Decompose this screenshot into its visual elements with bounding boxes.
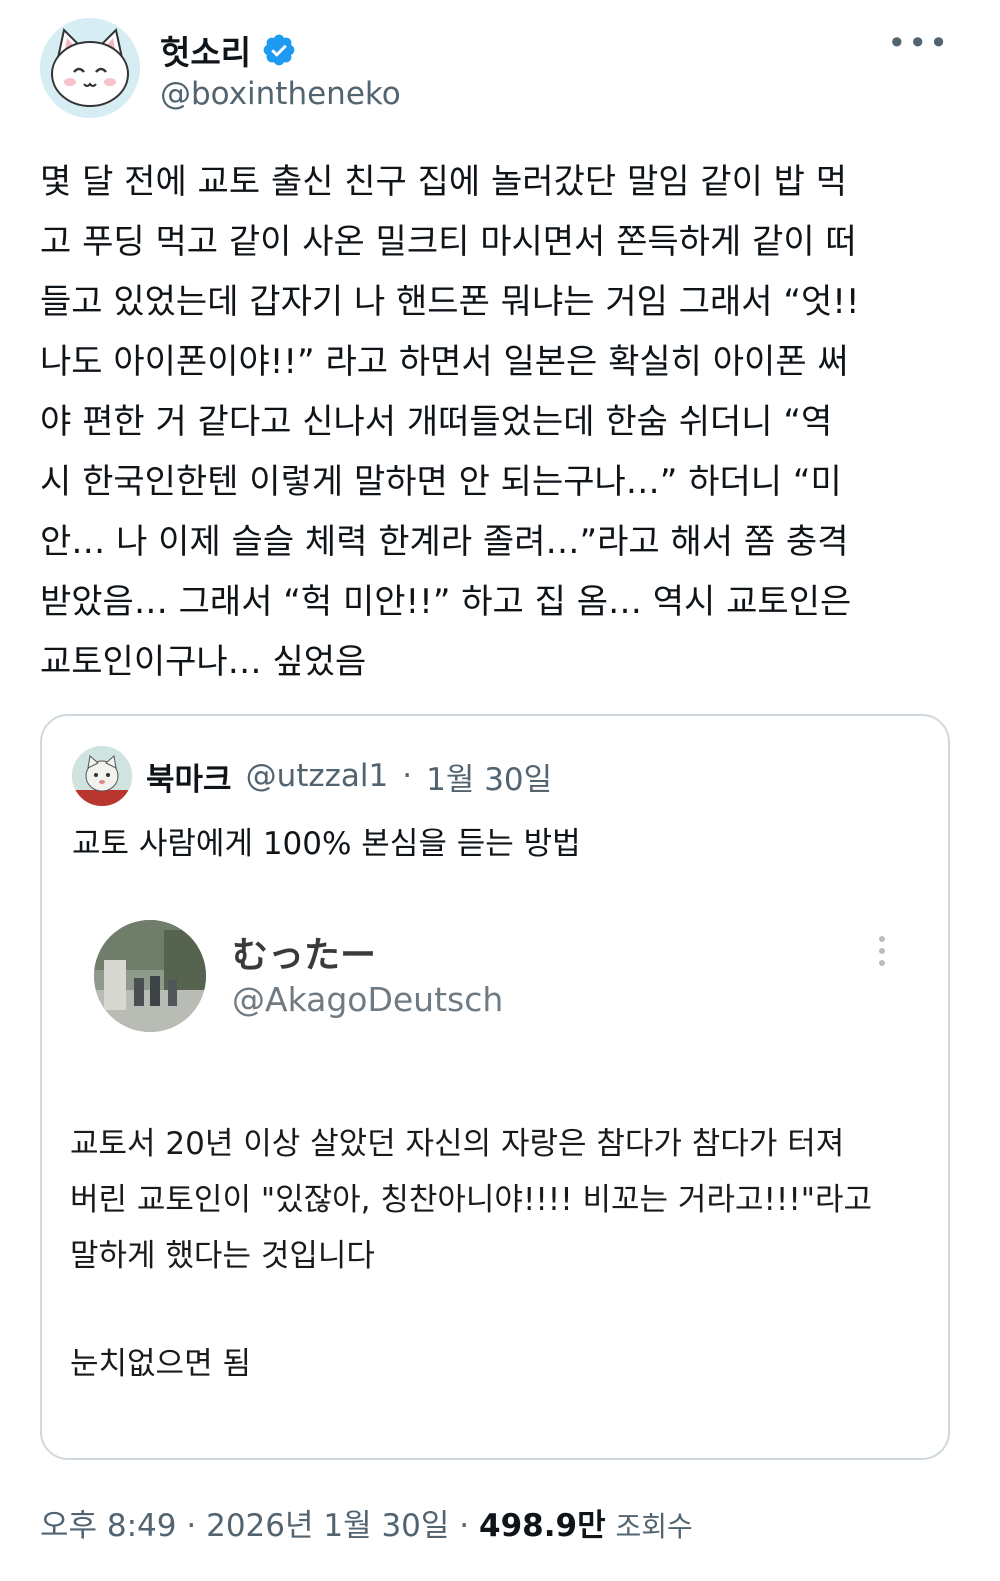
post-time[interactable]: 오후 8:49 [40,1508,177,1544]
tweet-text-line: 야 편한 거 같다고 신나서 개떠들었는데 한숨 쉬더니 “역 [40,402,833,442]
tweet-text-line: 시 한국인한텐 이렇게 말하면 안 되는구나…” 하더니 “미 [40,462,842,502]
author-display-name[interactable]: 헛소리 [160,26,251,74]
view-count-label: 조회수 [615,1510,693,1543]
embedded-last-line: 눈치없으면 됨 [70,1346,251,1382]
embedded-body-line: 버린 교토인이 "있잖아, 칭찬아니야!!!! 비꼬는 거라고!!!"라고 [70,1182,873,1218]
white-cat-avatar-icon[interactable] [40,18,140,118]
tweet-text-line: 안… 나 이제 슬슬 체력 한계라 졸려…”라고 해서 쫌 충격 [40,522,849,562]
embedded-body-line: 말하게 했다는 것입니다 [70,1238,375,1274]
verified-badge-icon [263,34,295,66]
view-count[interactable]: 498.9만 [479,1508,606,1544]
post-date[interactable]: 2026년 1월 30일 [206,1508,449,1544]
embedded-body: 교토서 20년 이상 살았던 자신의 자랑은 참다가 참다가 터져 버린 교토인… [70,1116,930,1284]
more-options-icon[interactable]: ••• [887,24,950,62]
tweet-text: 몇 달 전에 교토 출신 친구 집에 놀러갔단 말임 같이 밥 먹 고 푸딩 먹… [40,152,960,692]
separator-dot: · [459,1508,470,1544]
quoted-tweet-text: 교토 사람에게 100% 본심을 듣는 방법 [72,826,581,862]
author-handle[interactable]: @boxintheneko [160,76,401,112]
tweet-text-line: 나도 아이폰이야!!” 라고 하면서 일본은 확실히 아이폰 써 [40,342,849,382]
tweet-meta: 오후 8:49 · 2026년 1월 30일 · 498.9만 조회수 [40,1500,693,1545]
tweet-text-line: 들고 있었는데 갑자기 나 핸드폰 뭐냐는 거임 그래서 “엇!! [40,282,860,322]
tweet-text-line: 교토인이구나… 싶었음 [40,642,367,682]
tweet-text-line: 받았음… 그래서 “헉 미안!!” 하고 집 옴… 역시 교토인은 [40,582,852,622]
quoted-date[interactable]: 1월 30일 [426,754,552,799]
author-name-row: 헛소리 [160,26,297,74]
separator-dot: · [402,758,413,794]
tweet-text-line: 몇 달 전에 교토 출신 친구 집에 놀러갔단 말임 같이 밥 먹 [40,162,848,202]
cat-avatar-icon[interactable] [72,746,132,806]
embedded-more-icon [876,936,888,976]
quoted-handle[interactable]: @utzzal1 [246,758,389,794]
quoted-display-name[interactable]: 북마크 [146,754,232,799]
tweet-header: 헛소리 @boxintheneko ••• [40,18,960,118]
embedded-display-name: むったー [232,935,377,976]
quoted-tweet-header: 북마크 @utzzal1 · 1월 30일 [72,746,552,806]
separator-dot: · [186,1508,197,1544]
embedded-handle: @AkagoDeutsch [232,980,504,1019]
quoted-tweet-card[interactable]: 북마크 @utzzal1 · 1월 30일 교토 사람에게 100% 본심을 듣… [40,714,950,1460]
embedded-body-line: 교토서 20년 이상 살았던 자신의 자랑은 참다가 참다가 터져 [70,1126,845,1162]
tweet-text-line: 고 푸딩 먹고 같이 사온 밀크티 마시면서 쫀득하게 같이 떠 [40,222,857,262]
quoted-screenshot-image[interactable]: むったー @AkagoDeutsch 교토서 20년 이상 살았던 자신의 자랑… [42,886,948,1458]
embedded-avatar-icon [94,920,206,1032]
